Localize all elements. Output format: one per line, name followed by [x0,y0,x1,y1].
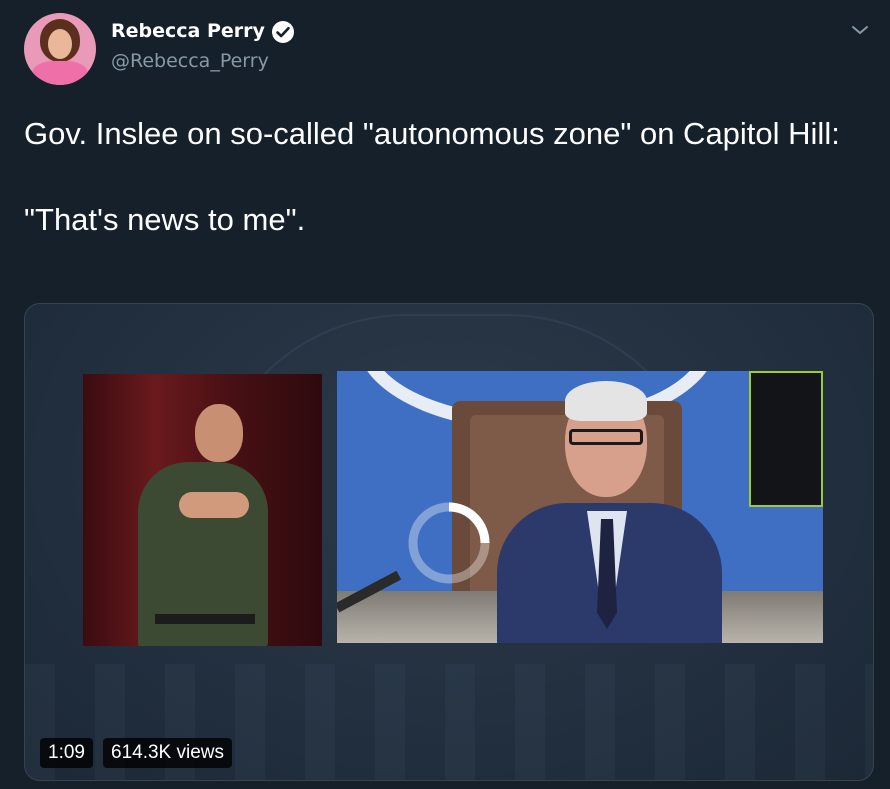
video-player[interactable]: 1:09 614.3K views [24,303,874,781]
governor-glasses [569,429,643,445]
author-handle[interactable]: @Rebecca_Perry [111,50,269,72]
chevron-down-icon[interactable] [848,18,872,42]
interpreter-belt [155,614,255,624]
governor-hair [565,381,647,421]
loading-spinner-icon [408,502,490,584]
tweet-text-line: "That's news to me". [24,202,306,237]
tweet: Rebecca Perry @Rebecca_Perry Gov. Inslee… [0,0,890,789]
avatar[interactable] [24,13,96,85]
video-views-badge: 614.3K views [103,738,233,768]
interpreter-hands [179,492,249,518]
verified-badge-icon [272,21,294,43]
video-duration-badge: 1:09 [40,738,93,768]
avatar-face [48,29,72,59]
author-name[interactable]: Rebecca Perry [111,20,265,42]
tweet-text: Gov. Inslee on so-called "autonomous zon… [24,112,874,241]
avatar-shirt [32,61,88,85]
video-frame-interpreter [83,374,322,646]
tweet-text-line: Gov. Inslee on so-called "autonomous zon… [24,116,840,151]
interpreter-head [195,404,243,462]
monitor-screen [749,371,823,507]
